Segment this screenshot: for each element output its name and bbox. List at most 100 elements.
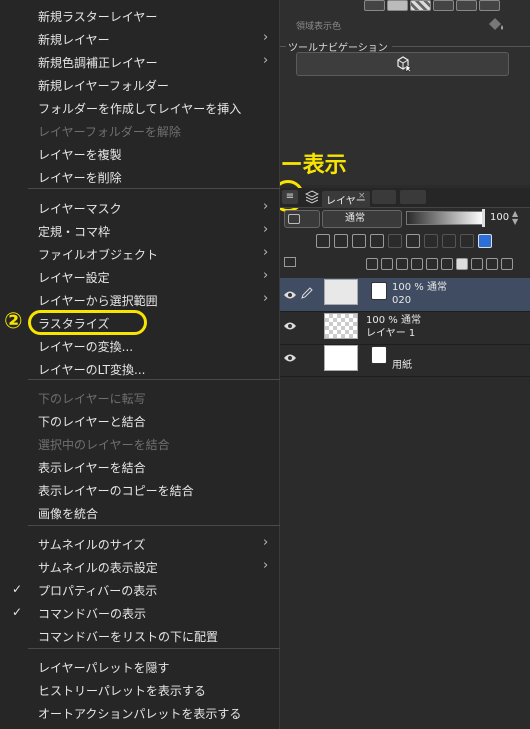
menu-item-14[interactable]: レイヤーの変換...: [0, 334, 280, 357]
opacity-slider[interactable]: [406, 211, 484, 225]
layer-mask-icon[interactable]: [442, 234, 456, 248]
layer-blend-opacity: 100 % 通常: [392, 282, 447, 293]
tab-history[interactable]: [372, 190, 396, 204]
menu-item-16: 下のレイヤーに転写: [0, 386, 280, 409]
menu-item-26[interactable]: コマンドバーをリストの下に配置: [0, 624, 280, 647]
menu-item-label: 新規ラスターレイヤー: [38, 10, 158, 24]
menu-item-8[interactable]: レイヤーマスク ›: [0, 196, 280, 219]
menu-item-label: フォルダーを作成してレイヤーを挿入: [38, 102, 242, 116]
menu-item-12[interactable]: レイヤーから選択範囲 ›: [0, 288, 280, 311]
menu-item-0[interactable]: 新規ラスターレイヤー: [0, 4, 280, 27]
clip-lower-layer-icon[interactable]: [316, 234, 330, 248]
chevron-right-icon: ›: [263, 535, 269, 550]
chevron-right-icon: ›: [263, 30, 269, 45]
menu-item-11[interactable]: レイヤー設定 ›: [0, 265, 280, 288]
menu-item-7[interactable]: レイヤーを削除: [0, 165, 280, 188]
opacity-slider-knob[interactable]: [482, 209, 485, 227]
divider: [392, 46, 530, 47]
layer-info: 用紙: [392, 359, 412, 372]
menu-item-label: ヒストリーパレットを表示する: [38, 684, 206, 698]
swatch-2[interactable]: [387, 0, 408, 11]
menu-item-label: 表示レイヤーのコピーを結合: [38, 484, 194, 498]
menu-item-label: サムネイルのサイズ: [38, 538, 146, 552]
menu-item-25[interactable]: ✓ コマンドバーの表示: [0, 601, 280, 624]
layer-color-button[interactable]: [284, 210, 320, 228]
new-vector-layer-icon[interactable]: [381, 258, 393, 270]
mask-enable-icon[interactable]: [406, 234, 420, 248]
tool-navigation-button[interactable]: [296, 52, 509, 76]
menu-item-9[interactable]: 定規・コマ枠 ›: [0, 219, 280, 242]
region-color-swatches: [364, 0, 502, 11]
menu-item-4[interactable]: フォルダーを作成してレイヤーを挿入: [0, 96, 280, 119]
tab-close-icon[interactable]: ×: [358, 191, 366, 201]
checkmark-icon: ✓: [12, 605, 23, 619]
swatch-5[interactable]: [456, 0, 477, 11]
checkmark-icon: ✓: [12, 582, 23, 596]
reference-layer-icon[interactable]: [334, 234, 348, 248]
menu-item-6[interactable]: レイヤーを複製: [0, 142, 280, 165]
layers-icon: [305, 190, 319, 204]
menu-item-1[interactable]: 新規レイヤー ›: [0, 27, 280, 50]
draft-layer-icon[interactable]: [352, 234, 366, 248]
swatch-4[interactable]: [433, 0, 454, 11]
swatch-1[interactable]: [364, 0, 385, 11]
menu-item-label: プロパティバーの表示: [38, 584, 158, 598]
cube-cursor-icon: [396, 56, 412, 72]
eye-icon[interactable]: [283, 290, 297, 300]
menu-item-10[interactable]: ファイルオブジェクト ›: [0, 242, 280, 265]
ruler-enable-icon[interactable]: [424, 234, 438, 248]
delete-layer-icon[interactable]: [501, 258, 513, 270]
combine-down-icon[interactable]: [426, 258, 438, 270]
menu-item-29[interactable]: オートアクションパレットを表示する: [0, 701, 280, 724]
opacity-stepper[interactable]: ▲ ▼: [512, 210, 518, 226]
layer-info: 100 % 通常 020: [392, 281, 447, 307]
chevron-right-icon: ›: [263, 558, 269, 573]
menu-item-22[interactable]: サムネイルのサイズ ›: [0, 532, 280, 555]
layer-thumbnail: [324, 279, 358, 305]
menu-item-label: レイヤーフォルダーを解除: [38, 125, 181, 139]
menu-item-23[interactable]: サムネイルの表示設定 ›: [0, 555, 280, 578]
menu-item-label: レイヤーを複製: [38, 148, 122, 162]
menu-item-19[interactable]: 表示レイヤーを結合: [0, 455, 280, 478]
eye-icon[interactable]: [283, 353, 297, 363]
menu-item-24[interactable]: ✓ プロパティバーの表示: [0, 578, 280, 601]
eye-icon[interactable]: [283, 321, 297, 331]
menu-item-20[interactable]: 表示レイヤーのコピーを結合: [0, 478, 280, 501]
swatch-3[interactable]: [410, 0, 431, 11]
apply-mask-icon[interactable]: [486, 258, 498, 270]
menu-item-15[interactable]: レイヤーのLT変換...: [0, 357, 280, 380]
menu-item-27[interactable]: レイヤーパレットを隠す: [0, 655, 280, 678]
new-raster-layer-icon[interactable]: [366, 258, 378, 270]
tab-auto-action[interactable]: [400, 190, 426, 204]
pen-edit-icon: [301, 287, 313, 299]
menu-item-28[interactable]: ヒストリーパレットを表示する: [0, 678, 280, 701]
menu-item-21[interactable]: 画像を統合: [0, 501, 280, 524]
layer-palette-context-menu: 新規ラスターレイヤー 新規レイヤー › 新規色調補正レイヤー › 新規レイヤーフォルダーフ…: [0, 0, 280, 729]
new-folder-icon[interactable]: [396, 258, 408, 270]
menu-item-label: オートアクションパレットを表示する: [38, 707, 242, 721]
create-mask-icon[interactable]: [471, 258, 483, 270]
transfer-down-icon[interactable]: [411, 258, 423, 270]
menu-item-17[interactable]: 下のレイヤーと結合: [0, 409, 280, 432]
menu-item-label: 下のレイヤーと結合: [38, 415, 146, 429]
menu-item-label: レイヤーを削除: [38, 171, 122, 185]
chevron-right-icon: ›: [263, 222, 269, 237]
menu-item-label: 新規レイヤーフォルダー: [38, 79, 169, 93]
fill-bucket-icon[interactable]: [486, 17, 506, 31]
layer-color-swatch: [288, 214, 300, 224]
ruler-icon[interactable]: [460, 234, 474, 248]
blend-mode-select[interactable]: 通常: [322, 210, 402, 228]
menu-item-label: ファイルオブジェクト: [38, 248, 159, 262]
swatch-6[interactable]: [479, 0, 500, 11]
palette-menu-button[interactable]: ≡: [282, 190, 298, 204]
menu-item-label: レイヤーのLT変換...: [38, 363, 146, 377]
lock-layer-icon[interactable]: [370, 234, 384, 248]
menu-item-label: 新規レイヤー: [38, 33, 110, 47]
menu-item-2[interactable]: 新規色調補正レイヤー ›: [0, 50, 280, 73]
layer-color-icon[interactable]: [478, 234, 492, 248]
copy-icon[interactable]: [441, 258, 453, 270]
menu-separator: [28, 188, 280, 189]
lock-transparency-icon[interactable]: [388, 234, 402, 248]
menu-item-3[interactable]: 新規レイヤーフォルダー: [0, 73, 280, 96]
mask-outside-icon[interactable]: [456, 258, 468, 270]
